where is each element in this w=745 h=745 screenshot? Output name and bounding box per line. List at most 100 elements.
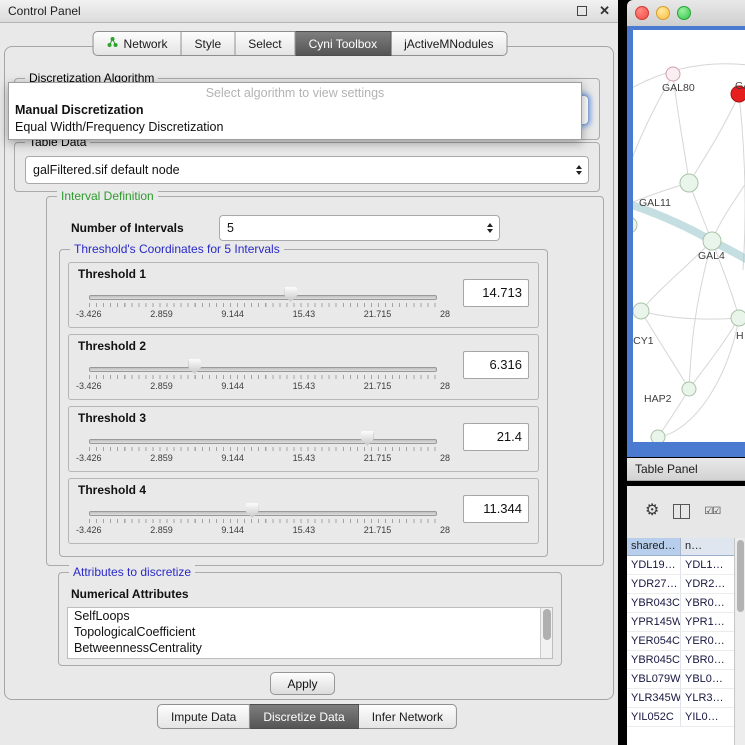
number-of-intervals-combobox[interactable]: 5 — [219, 215, 500, 241]
threshold-value-field[interactable]: 11.344 — [463, 495, 529, 523]
popup-item-manual-discretization[interactable]: Manual Discretization — [9, 102, 581, 119]
table-cell[interactable]: YDR27… — [627, 575, 681, 593]
table-row[interactable]: YLR345WYLR3… — [627, 689, 745, 708]
slider-track[interactable] — [89, 511, 437, 516]
table-cell[interactable]: YBL079W — [627, 670, 681, 688]
table-cell[interactable]: YDL1… — [681, 556, 735, 574]
slider-track[interactable] — [89, 439, 437, 444]
table-cell[interactable]: YIL052C — [627, 708, 681, 726]
slider-tick-labels: -3.4262.8599.14415.4321.71528 — [76, 381, 450, 391]
scrollbar-thumb[interactable] — [737, 540, 744, 612]
network-window-frame: GAL80 GA GAL11 GAL4 GCY1 H HAP2 — [627, 26, 745, 457]
combo-value: 5 — [227, 221, 234, 235]
tab-label: Discretize Data — [263, 710, 344, 724]
threshold-value-field[interactable]: 21.4 — [463, 423, 529, 451]
table-row[interactable]: YBR043CYBR0… — [627, 594, 745, 613]
network-node[interactable] — [682, 382, 696, 396]
table-cell[interactable]: YLR3… — [681, 689, 735, 707]
tab-style[interactable]: Style — [182, 31, 236, 56]
tab-discretize-data[interactable]: Discretize Data — [250, 704, 358, 729]
tab-cyni-toolbox[interactable]: Cyni Toolbox — [296, 31, 391, 56]
network-node[interactable] — [633, 303, 649, 319]
network-canvas[interactable]: GAL80 GA GAL11 GAL4 GCY1 H HAP2 — [633, 30, 745, 442]
table-data-combobox[interactable]: galFiltered.sif default node — [25, 156, 589, 184]
list-item[interactable]: TopologicalCoefficient — [68, 624, 552, 640]
table-row[interactable]: YBL079WYBL0… — [627, 670, 745, 689]
list-item[interactable]: BetweennessCentrality — [68, 640, 552, 656]
minimize-window-icon[interactable] — [656, 6, 670, 20]
tick-label: 2.859 — [150, 309, 173, 319]
tab-impute-data[interactable]: Impute Data — [157, 704, 250, 729]
select-columns-icon[interactable]: ☑☑ — [704, 506, 720, 517]
slider-track[interactable] — [89, 295, 437, 300]
threshold-label: Threshold 1 — [78, 267, 146, 281]
table-cell[interactable]: YBR0… — [681, 651, 735, 669]
network-node[interactable] — [651, 430, 665, 442]
zoom-window-icon[interactable] — [677, 6, 691, 20]
network-node[interactable] — [666, 67, 680, 81]
table-row[interactable]: YER054CYER0… — [627, 632, 745, 651]
tab-label: Cyni Toolbox — [309, 37, 377, 51]
network-node[interactable] — [633, 217, 637, 233]
column-header-shared-name[interactable]: shared… — [627, 538, 681, 555]
threshold-value-field[interactable]: 6.316 — [463, 351, 529, 379]
popup-item-equal-width[interactable]: Equal Width/Frequency Discretization — [9, 119, 581, 136]
table-cell[interactable]: YER0… — [681, 632, 735, 650]
threshold-slider[interactable]: -3.4262.8599.14415.4321.71528 — [83, 285, 443, 325]
tick-label: 9.144 — [221, 453, 244, 463]
table-cell[interactable]: YPR1… — [681, 613, 735, 631]
scrollbar-thumb[interactable] — [543, 609, 551, 640]
threshold-value-field[interactable]: 14.713 — [463, 279, 529, 307]
tab-infer-network[interactable]: Infer Network — [359, 704, 457, 729]
table-row[interactable]: YDL19…YDL1… — [627, 556, 745, 575]
column-header-name[interactable]: n… — [681, 538, 735, 555]
bottom-tab-bar: Impute Data Discretize Data Infer Networ… — [157, 704, 457, 729]
table-panel-titlebar[interactable]: Table Panel — [627, 458, 745, 481]
list-item[interactable]: SelfLoops — [68, 608, 552, 624]
table-cell[interactable]: YER054C — [627, 632, 681, 650]
network-node[interactable] — [703, 232, 721, 250]
columns-icon[interactable] — [673, 504, 690, 519]
table-cell[interactable]: YDR2… — [681, 575, 735, 593]
threshold-panel: Threshold 1 -3.4262.8599.14415.4321.7152… — [68, 262, 539, 328]
table-cell[interactable]: YBL0… — [681, 670, 735, 688]
table-cell[interactable]: YPR145W — [627, 613, 681, 631]
close-window-icon[interactable] — [635, 6, 649, 20]
tick-label: 2.859 — [150, 453, 173, 463]
list-scrollbar[interactable] — [540, 608, 552, 658]
table-cell[interactable]: YDL19… — [627, 556, 681, 574]
table-scrollbar[interactable] — [734, 538, 745, 745]
threshold-slider[interactable]: -3.4262.8599.14415.4321.71528 — [83, 357, 443, 397]
table-cell[interactable]: YLR345W — [627, 689, 681, 707]
tab-jactivemnodules[interactable]: jActiveMNodules — [391, 31, 507, 56]
tab-network[interactable]: Network — [93, 31, 182, 56]
panel-title: Control Panel — [8, 4, 565, 18]
gear-icon[interactable]: ⚙ — [645, 503, 659, 519]
threshold-slider[interactable]: -3.4262.8599.14415.4321.71528 — [83, 429, 443, 469]
threshold-slider[interactable]: -3.4262.8599.14415.4321.71528 — [83, 501, 443, 541]
popup-placeholder-item[interactable]: Select algorithm to view settings — [9, 85, 581, 102]
interval-definition-group: Interval Definition Number of Intervals … — [46, 196, 604, 566]
threshold-panel: Threshold 4 -3.4262.8599.14415.4321.7152… — [68, 478, 539, 544]
table-cell[interactable]: YBR043C — [627, 594, 681, 612]
table-cell[interactable]: YBR0… — [681, 594, 735, 612]
table-row[interactable]: YBR045CYBR0… — [627, 651, 745, 670]
table-cell[interactable]: YIL0… — [681, 708, 735, 726]
table-data-group: Table Data galFiltered.sif default node — [14, 142, 600, 192]
apply-button[interactable]: Apply — [270, 672, 335, 695]
close-panel-button[interactable]: ✕ — [599, 3, 610, 19]
tab-label: Select — [248, 37, 281, 51]
table-row[interactable]: YIL052CYIL0… — [627, 708, 745, 727]
tick-label: -3.426 — [76, 525, 102, 535]
table-cell[interactable]: YBR045C — [627, 651, 681, 669]
table-row[interactable]: YPR145WYPR1… — [627, 613, 745, 632]
table-row[interactable]: YDR27…YDR2… — [627, 575, 745, 594]
combo-value: galFiltered.sif default node — [33, 163, 180, 177]
network-node[interactable] — [680, 174, 698, 192]
float-window-button[interactable] — [577, 6, 587, 16]
network-node[interactable] — [731, 310, 745, 326]
network-window-titlebar[interactable] — [627, 0, 745, 27]
slider-track[interactable] — [89, 367, 437, 372]
tab-select[interactable]: Select — [235, 31, 295, 56]
group-label: Attributes to discretize — [69, 565, 195, 579]
